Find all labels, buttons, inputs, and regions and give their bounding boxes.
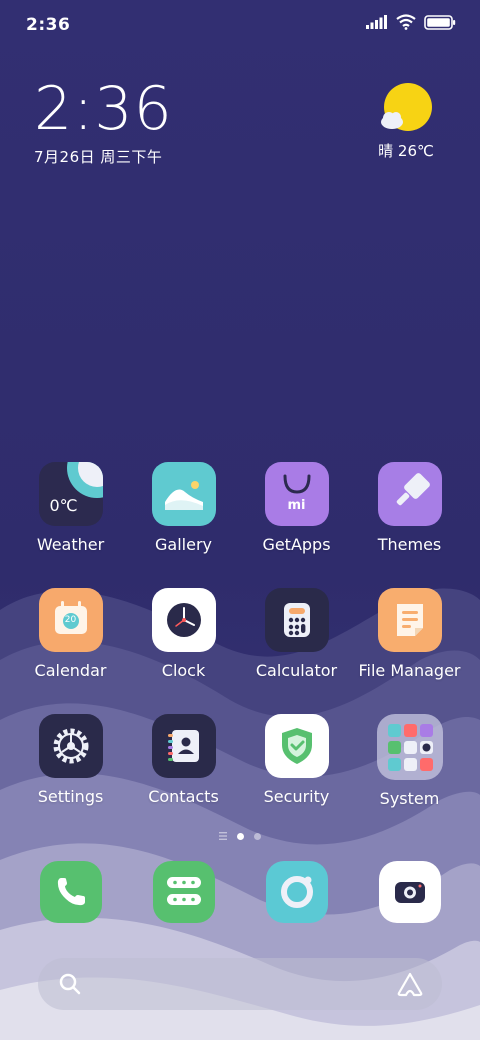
file-manager-icon — [377, 588, 442, 652]
browser-icon — [265, 861, 328, 923]
app-themes[interactable]: Themes — [353, 462, 466, 554]
app-label: Security — [263, 787, 330, 806]
assistant-icon[interactable] — [396, 971, 424, 997]
weather-widget[interactable]: 晴 26℃ — [366, 82, 446, 161]
app-label: File Manager — [358, 661, 461, 680]
wifi-icon — [396, 14, 416, 30]
search-icon — [59, 973, 81, 995]
security-icon — [264, 714, 329, 778]
page-dot-active[interactable] — [237, 832, 244, 840]
battery-icon — [424, 14, 456, 30]
app-label: Weather — [36, 535, 105, 554]
page-indicator[interactable] — [0, 830, 480, 842]
app-weather[interactable]: 0℃ Weather — [14, 462, 127, 554]
app-label: Calculator — [255, 661, 338, 680]
weather-icon: 0℃ — [38, 462, 103, 526]
app-contacts[interactable]: Contacts — [127, 714, 240, 806]
app-system-folder[interactable]: System — [353, 714, 466, 808]
app-label: Settings — [37, 787, 104, 806]
status-time: 2:36 — [26, 15, 71, 35]
app-label: Calendar — [34, 661, 107, 680]
app-label: System — [379, 789, 440, 808]
dock-browser[interactable] — [240, 861, 353, 923]
clock-widget-time: 2:36 — [34, 74, 173, 144]
app-calculator[interactable]: Calculator — [240, 588, 353, 680]
signal-icon — [366, 15, 387, 29]
app-label: Gallery — [155, 535, 212, 554]
app-label: GetApps — [262, 535, 331, 554]
calendar-icon: 20 — [38, 588, 103, 652]
status-bar: 2:36 — [0, 0, 480, 50]
app-clock[interactable]: Clock — [127, 588, 240, 680]
gallery-icon — [151, 462, 216, 526]
app-file-manager[interactable]: File Manager — [353, 588, 466, 680]
dock-phone[interactable] — [14, 861, 127, 923]
camera-icon — [378, 861, 441, 923]
calculator-icon — [264, 588, 329, 652]
app-security[interactable]: Security — [240, 714, 353, 806]
app-getapps[interactable]: mi GetApps — [240, 462, 353, 554]
getapps-mi-text: mi — [287, 498, 306, 513]
sunny-cloud-icon — [381, 83, 432, 131]
messages-icon — [152, 861, 215, 923]
weather-condition: 晴 26℃ — [378, 142, 434, 160]
clock-icon — [151, 588, 216, 652]
phone-icon — [39, 861, 102, 923]
app-gallery[interactable]: Gallery — [127, 462, 240, 554]
themes-icon — [377, 462, 442, 526]
app-calendar[interactable]: 20 Calendar — [14, 588, 127, 680]
clock-widget-date: 7月26日 周三下午 — [34, 148, 163, 166]
dock-messages[interactable] — [127, 861, 240, 923]
system-folder-icon — [376, 714, 443, 780]
app-label: Themes — [377, 535, 442, 554]
app-label: Clock — [161, 661, 206, 680]
page-dot[interactable] — [254, 832, 261, 840]
status-icons — [366, 14, 456, 30]
search-bar[interactable] — [38, 958, 442, 1010]
clock-widget[interactable]: 2:36 7月26日 周三下午 — [34, 76, 173, 167]
dock-camera[interactable] — [353, 861, 466, 923]
menu-lines-icon — [219, 832, 227, 840]
contacts-icon — [151, 714, 216, 778]
app-label: Contacts — [148, 787, 219, 806]
getapps-icon: mi — [264, 462, 329, 526]
settings-icon — [38, 714, 103, 778]
calendar-day: 20 — [64, 615, 77, 625]
app-settings[interactable]: Settings — [14, 714, 127, 806]
weather-app-temp: 0℃ — [49, 496, 78, 515]
